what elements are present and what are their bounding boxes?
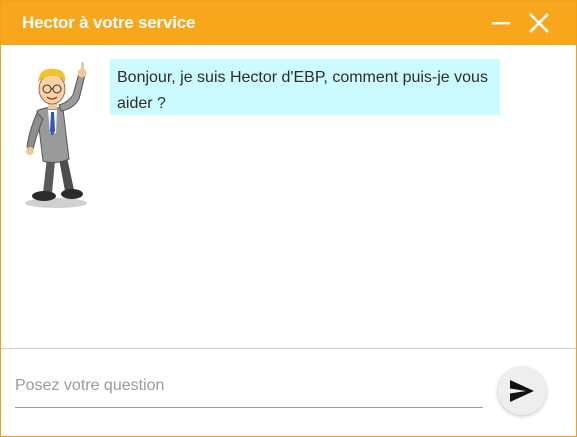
hector-avatar [21,61,95,211]
question-input[interactable] [15,371,483,408]
chat-header: Hector à votre service [1,1,576,45]
close-button[interactable] [525,9,553,37]
send-button[interactable] [498,367,546,415]
bot-message-bubble: Bonjour, je suis Hector d'EBP, comment p… [110,59,500,115]
minimize-icon [492,22,510,25]
conversation-area: Bonjour, je suis Hector d'EBP, comment p… [1,45,576,348]
chat-title: Hector à votre service [22,13,196,32]
close-icon [529,13,549,33]
minimize-button[interactable] [487,9,515,37]
composer [1,349,576,436]
chat-window: Hector à votre service Bonjour, je suis … [0,0,577,437]
send-icon [510,380,534,402]
